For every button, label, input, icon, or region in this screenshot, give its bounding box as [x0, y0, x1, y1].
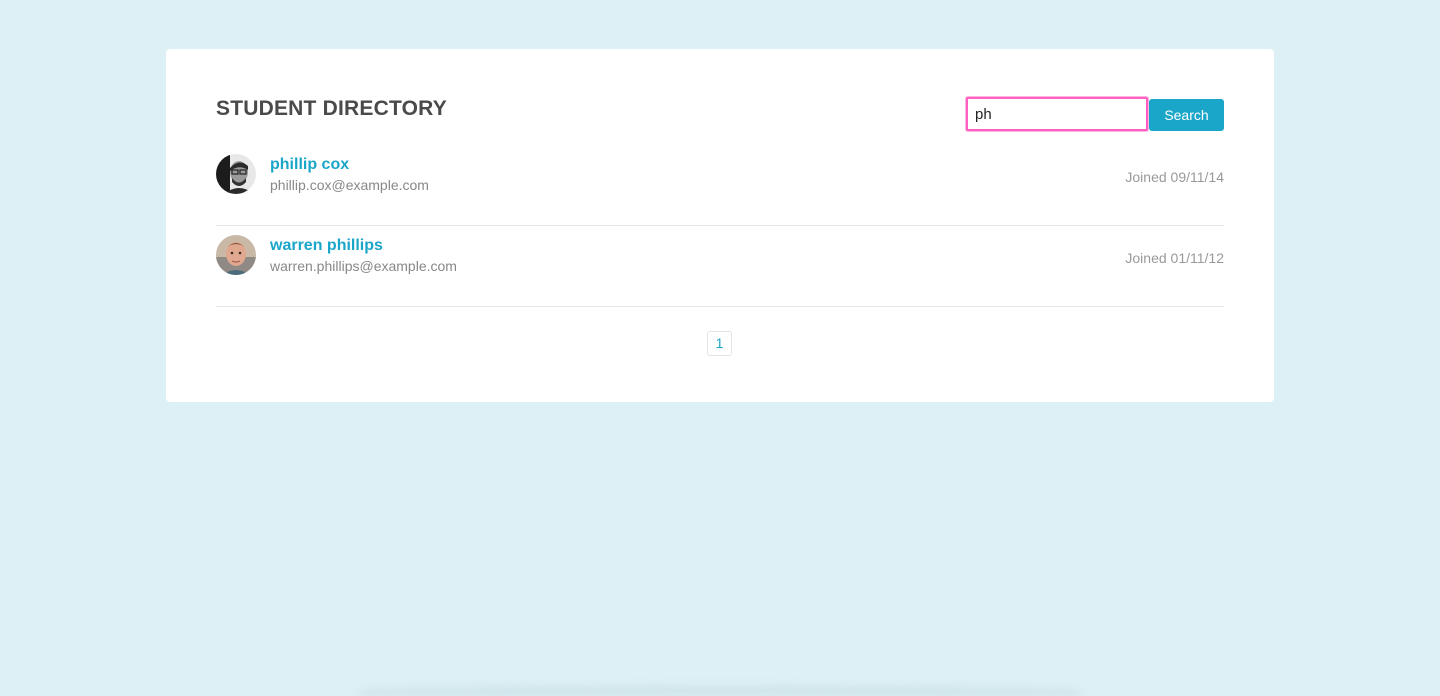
page-title: STUDENT DIRECTORY — [216, 97, 447, 120]
search-input[interactable] — [966, 97, 1148, 131]
search-button[interactable]: Search — [1149, 99, 1224, 131]
student-email: warren.phillips@example.com — [270, 258, 457, 274]
directory-header: STUDENT DIRECTORY Search — [216, 95, 1224, 135]
person-photo-icon — [216, 154, 256, 194]
student-email: phillip.cox@example.com — [270, 177, 429, 193]
student-row: phillip cox phillip.cox@example.com Join… — [216, 145, 1224, 226]
avatar — [216, 154, 256, 194]
student-name-link[interactable]: phillip cox — [270, 156, 349, 174]
student-joined-date: Joined 09/11/14 — [1125, 169, 1224, 185]
pagination: 1 — [707, 331, 732, 356]
student-list: phillip cox phillip.cox@example.com Join… — [216, 145, 1224, 307]
footer-shadow — [360, 686, 1080, 696]
student-name-link[interactable]: warren phillips — [270, 237, 383, 255]
avatar — [216, 235, 256, 275]
pagination-item: 1 — [707, 331, 732, 356]
student-joined-date: Joined 01/11/12 — [1125, 250, 1224, 266]
student-directory-card: STUDENT DIRECTORY Search phillip cox — [166, 49, 1274, 402]
person-photo-icon — [216, 235, 256, 275]
page-1-link[interactable]: 1 — [707, 331, 732, 356]
student-row: warren phillips warren.phillips@example.… — [216, 226, 1224, 307]
